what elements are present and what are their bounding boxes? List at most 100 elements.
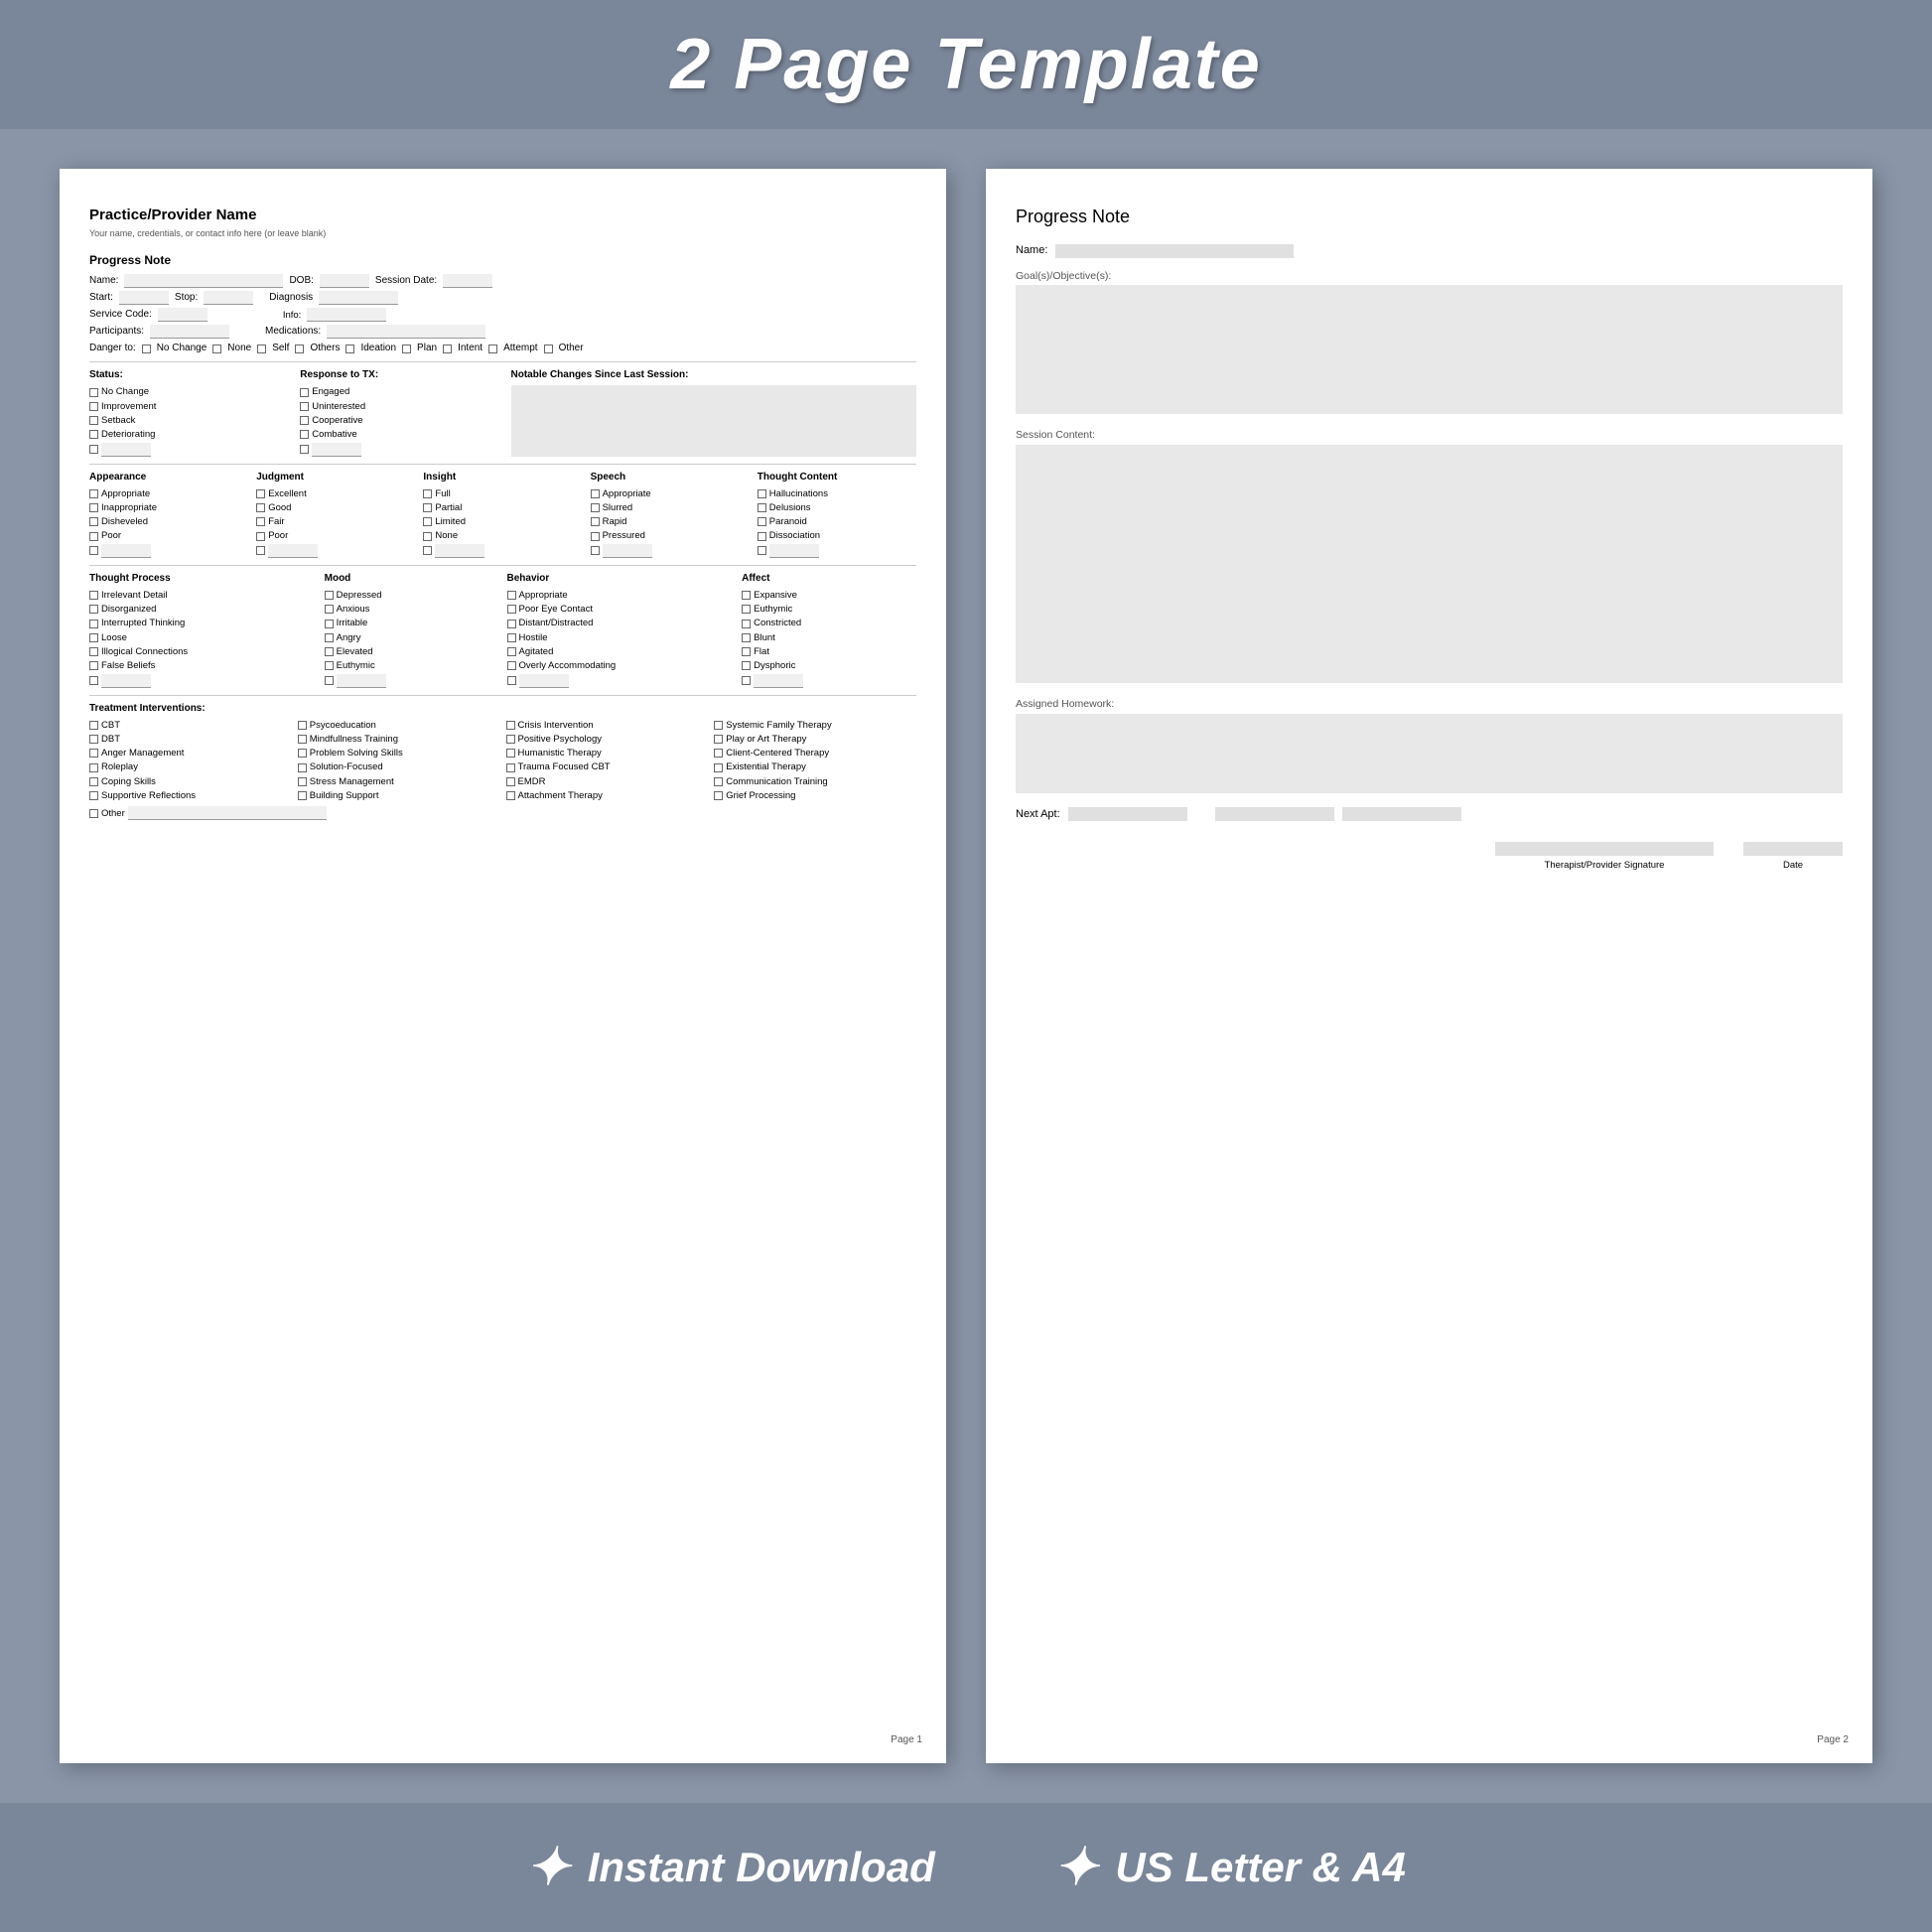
affect-title: Affect [742, 572, 916, 586]
beh-hostile: Hostile [507, 631, 735, 644]
danger-intent: Intent [458, 342, 483, 355]
session-date-field[interactable] [443, 274, 492, 288]
notable-field[interactable] [511, 385, 917, 457]
jud-good: Good [256, 501, 415, 514]
footer: ✦ Instant Download ✦ US Letter & A4 [0, 1803, 1932, 1932]
cb-intent[interactable] [443, 345, 452, 353]
tr-client: Client-Centered Therapy [714, 747, 916, 759]
name-field[interactable] [124, 274, 283, 288]
response-uninterested: Uninterested [300, 400, 502, 413]
stop-label: Stop: [175, 291, 198, 305]
tr-other-label: Other [101, 807, 125, 820]
cb-none[interactable] [212, 345, 221, 353]
cb-attempt[interactable] [488, 345, 497, 353]
p2-sig-row: Therapist/Provider Signature Date [1016, 842, 1843, 872]
status-setback: Setback [89, 414, 292, 427]
p2-next-apt-field2[interactable] [1215, 807, 1334, 821]
speech-title: Speech [591, 471, 750, 484]
app-disheveled: Disheveled [89, 515, 248, 528]
page-1: Practice/Provider Name Your name, creden… [60, 169, 946, 1763]
cb-plan[interactable] [402, 345, 411, 353]
danger-other: Other [559, 342, 584, 355]
cb-self[interactable] [257, 345, 266, 353]
jud-blank [256, 544, 415, 558]
divider-2 [89, 464, 916, 465]
appearance-col: Appearance Appropriate Inappropriate Dis… [89, 471, 248, 559]
p2-goals-field[interactable] [1016, 285, 1843, 414]
tr-communication: Communication Training [714, 775, 916, 788]
stop-field[interactable] [204, 291, 253, 305]
start-label: Start: [89, 291, 113, 305]
medications-label: Medications: [265, 325, 321, 339]
p2-next-apt-field[interactable] [1068, 807, 1187, 821]
notable-title: Notable Changes Since Last Session: [511, 368, 917, 382]
sp-pressured: Pressured [591, 529, 750, 542]
tp-loose: Loose [89, 631, 317, 644]
start-field[interactable] [119, 291, 169, 305]
p1-section-title: Progress Note [89, 252, 916, 269]
danger-attempt: Attempt [503, 342, 537, 355]
diagnosis-field[interactable] [319, 291, 398, 305]
dob-field[interactable] [320, 274, 369, 288]
service-code-field[interactable] [158, 308, 207, 322]
cb-other-danger[interactable] [544, 345, 553, 353]
tr-mindful: Mindfullness Training [298, 733, 500, 746]
p2-name-field[interactable] [1055, 244, 1294, 258]
sp-appropriate: Appropriate [591, 487, 750, 500]
p2-session-field[interactable] [1016, 445, 1843, 683]
sp-blank [591, 544, 750, 558]
danger-none: None [227, 342, 251, 355]
mood-irritable: Irritable [325, 617, 499, 629]
response-engaged: Engaged [300, 385, 502, 398]
mood-col: Mood Depressed Anxious Irritable Angry E… [325, 572, 499, 689]
tr-other-row: Other [89, 806, 916, 820]
beh-agitated: Agitated [507, 645, 735, 658]
p2-date-sig: Date [1743, 842, 1843, 872]
service-code-row: Service Code: Info: [89, 308, 916, 322]
p2-next-apt-field3[interactable] [1342, 807, 1461, 821]
notable-col: Notable Changes Since Last Session: [511, 368, 917, 457]
treatment-col2: Psycoeducation Mindfullness Training Pro… [298, 719, 500, 804]
tp-blank [89, 674, 317, 688]
tc-blank [758, 544, 916, 558]
tr-positive: Positive Psychology [506, 733, 709, 746]
tr-cbt: CBT [89, 719, 292, 732]
diagnosis-info-field[interactable] [307, 308, 386, 322]
p2-homework-field[interactable] [1016, 714, 1843, 793]
jud-fair: Fair [256, 515, 415, 528]
treatment-grid: CBT DBT Anger Management Roleplay Coping… [89, 719, 916, 804]
practice-sub: Your name, credentials, or contact info … [89, 227, 916, 240]
p2-homework-label: Assigned Homework: [1016, 697, 1843, 712]
cb-nochange[interactable] [142, 345, 151, 353]
footer-label-1: Instant Download [588, 1844, 935, 1891]
header-title: 2 Page Template [670, 24, 1262, 105]
page-2: Progress Note Name: Goal(s)/Objective(s)… [986, 169, 1872, 1763]
affect-col: Affect Expansive Euthymic Constricted Bl… [742, 572, 916, 689]
tr-attachment: Attachment Therapy [506, 789, 709, 802]
participants-field[interactable] [150, 325, 229, 339]
divider-3 [89, 565, 916, 566]
mood-blank [325, 674, 499, 688]
medications-field[interactable] [327, 325, 485, 339]
cb-ideation[interactable] [345, 345, 354, 353]
behavior-col: Behavior Appropriate Poor Eye Contact Di… [507, 572, 735, 689]
response-cooperative: Cooperative [300, 414, 502, 427]
mood-title: Mood [325, 572, 499, 586]
tp-illogical: Illogical Connections [89, 645, 317, 658]
beh-distant: Distant/Distracted [507, 617, 735, 629]
footer-item-1: ✦ Instant Download [526, 1838, 935, 1897]
tr-grief: Grief Processing [714, 789, 916, 802]
practice-name: Practice/Provider Name [89, 205, 916, 225]
tr-other-field[interactable] [128, 806, 327, 820]
p2-date-field[interactable] [1743, 842, 1843, 856]
cb-others[interactable] [295, 345, 304, 353]
tr-coping: Coping Skills [89, 775, 292, 788]
p2-sig-field[interactable] [1495, 842, 1714, 856]
status-nochange: No Change [89, 385, 292, 398]
name-label: Name: [89, 274, 118, 288]
tr-psycho: Psycoeducation [298, 719, 500, 732]
start-stop-row: Start: Stop: Diagnosis [89, 291, 916, 305]
mood-euthymic: Euthymic [325, 659, 499, 672]
app-poor: Poor [89, 529, 248, 542]
status-section: Status: No Change Improvement Setback De… [89, 368, 916, 457]
